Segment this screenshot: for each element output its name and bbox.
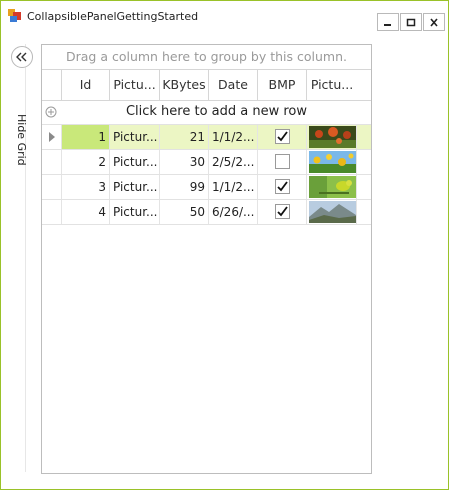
hide-grid-label[interactable]: Hide Grid bbox=[15, 114, 28, 166]
table-row[interactable]: 2 Pictur... 30 2/5/2... bbox=[42, 150, 371, 175]
column-header-picture-name[interactable]: Pictu... bbox=[110, 70, 160, 100]
cell-bmp bbox=[258, 125, 307, 149]
bmp-checkbox[interactable] bbox=[275, 154, 290, 169]
row-indicator[interactable] bbox=[42, 125, 62, 149]
close-icon bbox=[430, 18, 438, 27]
column-header-kbytes[interactable]: KBytes bbox=[160, 70, 209, 100]
window-title: CollapsiblePanelGettingStarted bbox=[27, 10, 199, 23]
cell-id[interactable]: 3 bbox=[62, 175, 110, 199]
cell-picture-name[interactable]: Pictur... bbox=[110, 125, 160, 149]
app-icon bbox=[8, 9, 21, 22]
table-row[interactable]: 1 Pictur... 21 1/1/2... bbox=[42, 125, 371, 150]
mountain-photo bbox=[309, 201, 356, 223]
bmp-checkbox[interactable] bbox=[275, 204, 290, 219]
close-button[interactable] bbox=[423, 13, 445, 31]
cell-date[interactable]: 2/5/2... bbox=[209, 150, 258, 174]
maximize-icon bbox=[406, 18, 416, 27]
cell-picture[interactable] bbox=[307, 125, 357, 149]
cell-picture-name[interactable]: Pictur... bbox=[110, 200, 160, 224]
collapse-toggle-button[interactable] bbox=[11, 46, 33, 68]
title-bar[interactable]: CollapsiblePanelGettingStarted bbox=[1, 1, 448, 37]
green-bird-photo bbox=[309, 176, 356, 198]
data-grid: Drag a column here to group by this colu… bbox=[41, 44, 372, 474]
check-icon bbox=[277, 206, 288, 217]
table-row[interactable]: 4 Pictur... 50 6/26/... bbox=[42, 200, 371, 225]
cell-id[interactable]: 2 bbox=[62, 150, 110, 174]
cell-picture[interactable] bbox=[307, 175, 357, 199]
cell-date[interactable]: 6/26/... bbox=[209, 200, 258, 224]
cell-picture-name[interactable]: Pictur... bbox=[110, 175, 160, 199]
cell-bmp bbox=[258, 150, 307, 174]
cell-kbytes[interactable]: 21 bbox=[160, 125, 209, 149]
check-icon bbox=[277, 181, 288, 192]
cell-picture[interactable] bbox=[307, 150, 357, 174]
add-new-row-text: Click here to add a new row bbox=[125, 104, 308, 119]
cell-bmp bbox=[258, 175, 307, 199]
current-row-arrow-icon bbox=[49, 132, 55, 142]
cell-bmp bbox=[258, 200, 307, 224]
column-header-date[interactable]: Date bbox=[209, 70, 258, 100]
cell-picture-name[interactable]: Pictur... bbox=[110, 150, 160, 174]
cell-date[interactable]: 1/1/2... bbox=[209, 125, 258, 149]
double-chevron-left-icon bbox=[16, 52, 27, 62]
cell-kbytes[interactable]: 50 bbox=[160, 200, 209, 224]
bmp-checkbox[interactable] bbox=[275, 179, 290, 194]
row-indicator[interactable] bbox=[42, 175, 62, 199]
cell-kbytes[interactable]: 99 bbox=[160, 175, 209, 199]
red-flowers-photo bbox=[309, 126, 356, 148]
collapsible-panel-strip: Hide Grid bbox=[9, 44, 33, 472]
group-by-panel[interactable]: Drag a column here to group by this colu… bbox=[42, 45, 371, 69]
cell-picture[interactable] bbox=[307, 200, 357, 224]
minimize-icon bbox=[384, 24, 391, 26]
bmp-checkbox[interactable] bbox=[275, 129, 290, 144]
column-header-bmp[interactable]: BMP bbox=[258, 70, 307, 100]
cell-id[interactable]: 4 bbox=[62, 200, 110, 224]
row-indicator[interactable] bbox=[42, 200, 62, 224]
app-window: CollapsiblePanelGettingStarted Hide Grid… bbox=[0, 0, 449, 490]
cell-date[interactable]: 1/1/2... bbox=[209, 175, 258, 199]
add-new-row[interactable]: Click here to add a new row bbox=[42, 100, 371, 125]
column-header-picture[interactable]: Pictu... bbox=[307, 70, 357, 100]
plus-circle-icon bbox=[45, 106, 57, 118]
maximize-button[interactable] bbox=[400, 13, 422, 31]
column-header-id[interactable]: Id bbox=[62, 70, 110, 100]
minimize-button[interactable] bbox=[377, 13, 399, 31]
row-indicator[interactable] bbox=[42, 150, 62, 174]
check-icon bbox=[277, 131, 288, 142]
header-indicator-cell bbox=[42, 70, 62, 100]
cell-kbytes[interactable]: 30 bbox=[160, 150, 209, 174]
column-header-row: Id Pictu... KBytes Date BMP Pictu... bbox=[42, 69, 371, 101]
yellow-flowers-photo bbox=[309, 151, 356, 173]
cell-id[interactable]: 1 bbox=[62, 125, 110, 149]
table-row[interactable]: 3 Pictur... 99 1/1/2... bbox=[42, 175, 371, 200]
